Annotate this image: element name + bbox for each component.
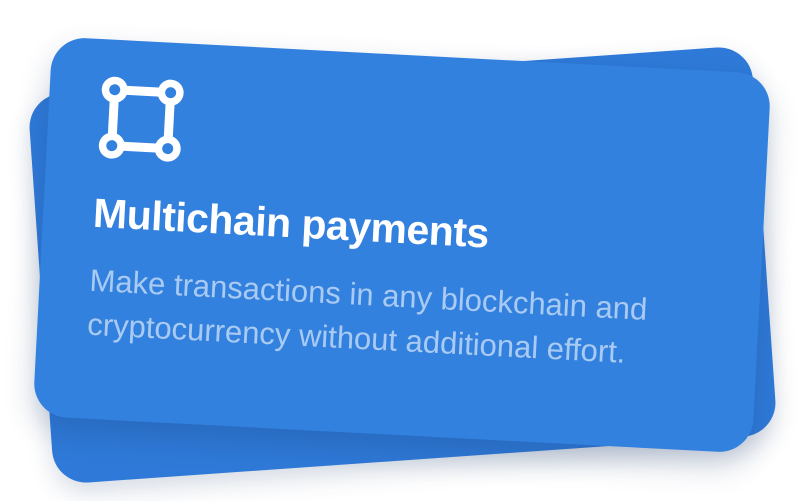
nodes-chain-icon: [98, 76, 184, 162]
feature-card: Multichain payments Make transactions in…: [32, 36, 772, 454]
feature-card-content: Multichain payments Make transactions in…: [86, 74, 739, 380]
feature-description: Make transactions in any blockchain and …: [86, 262, 649, 370]
feature-title: Multichain payments: [92, 189, 490, 257]
feature-card-stage: Multichain payments Make transactions in…: [0, 0, 805, 501]
